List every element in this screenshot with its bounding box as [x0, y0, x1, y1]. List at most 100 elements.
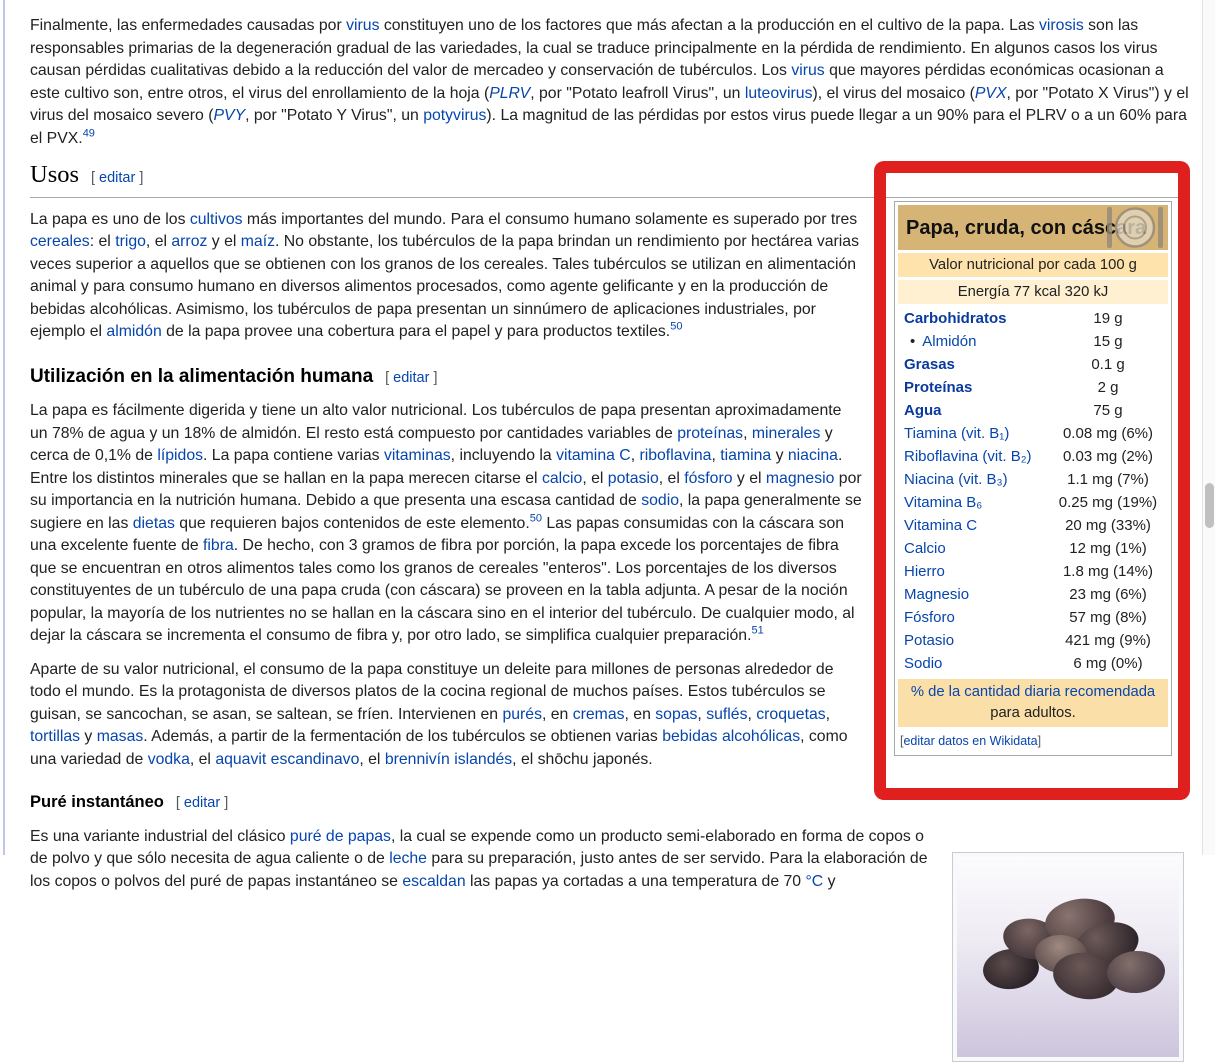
nutrient-link[interactable]: Potasio — [904, 632, 954, 649]
wiki-link[interactable]: escaldan — [402, 873, 465, 890]
edit-link-pure[interactable]: editar — [184, 795, 220, 811]
nutrient-link[interactable]: Hierro — [904, 563, 945, 580]
wiki-link[interactable]: cereales — [30, 233, 90, 250]
infobox-serving-row: Valor nutricional por cada 100 g — [898, 253, 1168, 277]
heading-text: Usos — [30, 161, 79, 188]
wiki-link[interactable]: leche — [389, 850, 427, 867]
nutrient-link[interactable]: Vitamina C — [904, 517, 977, 534]
wiki-link[interactable]: vodka — [148, 751, 190, 768]
wiki-link[interactable]: minerales — [752, 425, 820, 442]
nutrient-value: 23 mg (6%) — [1048, 583, 1168, 606]
wiki-link[interactable]: vitamina C — [556, 447, 631, 464]
wiki-link[interactable]: almidón — [106, 323, 161, 340]
nutrient-link[interactable]: Agua — [904, 402, 942, 419]
wiki-link[interactable]: PVY — [214, 107, 246, 124]
wiki-link[interactable]: cremas — [573, 706, 625, 723]
nutrient-link[interactable]: Magnesio — [904, 586, 969, 603]
edit-link-alimentacion[interactable]: editar — [393, 370, 429, 386]
wiki-link[interactable]: brennivín islandés — [385, 751, 512, 768]
nutrient-row: Tiamina (vit. B₁)0.08 mg (6%) — [898, 422, 1168, 445]
wiki-link[interactable]: cultivos — [190, 211, 243, 228]
wiki-link[interactable]: puré de papas — [290, 828, 391, 845]
nutrient-row: Calcio 12 mg (1%) — [898, 537, 1168, 560]
infobox-energy-row: Energía 77 kcal 320 kJ — [898, 280, 1168, 304]
nutrient-row: Fósforo57 mg (8%) — [898, 606, 1168, 629]
wiki-link[interactable]: virus — [791, 62, 824, 79]
plate-cutlery-icon — [1104, 206, 1166, 250]
nutrient-value: 6 mg (0%) — [1048, 652, 1168, 675]
edit-link-usos[interactable]: editar — [99, 170, 135, 186]
nutrient-link[interactable]: Riboflavina (vit. B₂) — [904, 448, 1032, 465]
wiki-link[interactable]: suflés — [706, 706, 747, 723]
wiki-link[interactable]: virus — [346, 17, 379, 34]
heading-text: Puré instantáneo — [30, 793, 164, 811]
wiki-link[interactable]: sodio — [641, 492, 679, 509]
nutrient-link[interactable]: Tiamina (vit. B₁) — [904, 425, 1009, 442]
nutrient-value: 15 g — [1048, 330, 1168, 353]
wiki-link[interactable]: potasio — [608, 470, 659, 487]
wiki-link[interactable]: masas — [97, 728, 144, 745]
wiki-link[interactable]: maíz — [241, 233, 275, 250]
potatoes-photo — [957, 857, 1179, 1057]
potato-photo-thumbnail[interactable] — [952, 852, 1184, 1062]
nutrient-link[interactable]: Grasas — [904, 356, 955, 373]
nutrient-row: Sodio 6 mg (0%) — [898, 652, 1168, 675]
wiki-link[interactable]: °C — [805, 873, 823, 890]
nutrient-link[interactable]: Calcio — [904, 540, 946, 557]
nutrient-link[interactable]: Sodio — [904, 655, 942, 672]
nutrient-row: Magnesio 23 mg (6%) — [898, 583, 1168, 606]
daily-value-link[interactable]: % de la cantidad diaria recomendada — [911, 684, 1155, 700]
nutrient-row: Agua75 g — [898, 399, 1168, 422]
wiki-link[interactable]: PVX — [975, 85, 1007, 102]
nutrient-value: 0.03 mg (2%) — [1048, 445, 1168, 468]
nutrient-link[interactable]: Vitamina B₆ — [904, 494, 982, 511]
reference-link[interactable]: 50 — [530, 512, 542, 524]
wiki-link[interactable]: croquetas — [756, 706, 825, 723]
scrollbar-thumb[interactable] — [1205, 483, 1214, 528]
wiki-link[interactable]: luteovirus — [745, 85, 813, 102]
wiki-link[interactable]: dietas — [133, 515, 175, 532]
annotation-highlight: Papa, cruda, con cáscara Valor nutricion… — [874, 161, 1190, 800]
nutrient-row: Carbohidratos19 g — [898, 307, 1168, 330]
nutrition-table: Carbohidratos19 g•Almidón15 gGrasas0.1 g… — [898, 307, 1168, 675]
wiki-link[interactable]: trigo — [115, 233, 146, 250]
nutrient-row: Potasio421 mg (9%) — [898, 629, 1168, 652]
nutrient-value: 1.8 mg (14%) — [1048, 560, 1168, 583]
wiki-link[interactable]: calcio — [542, 470, 582, 487]
wiki-link[interactable]: lípidos — [157, 447, 203, 464]
wiki-link[interactable]: riboflavina — [639, 447, 711, 464]
wiki-link[interactable]: aquavit escandinavo — [215, 751, 359, 768]
wiki-link[interactable]: sopas — [655, 706, 697, 723]
wiki-link[interactable]: niacina — [788, 447, 838, 464]
wiki-link[interactable]: virosis — [1039, 17, 1084, 34]
nutrient-link[interactable]: Fósforo — [904, 609, 955, 626]
wiki-link[interactable]: vitaminas — [384, 447, 451, 464]
wiki-link[interactable]: purés — [502, 706, 542, 723]
nutrient-link[interactable]: Proteínas — [904, 379, 972, 396]
wiki-link[interactable]: arroz — [171, 233, 207, 250]
nutrient-link[interactable]: Almidón — [922, 333, 976, 350]
wiki-link[interactable]: magnesio — [766, 470, 835, 487]
wiki-link[interactable]: fósforo — [684, 470, 732, 487]
nutrient-value: 1.1 mg (7%) — [1048, 468, 1168, 491]
reference-link[interactable]: 51 — [751, 625, 763, 637]
nutrient-row: Grasas0.1 g — [898, 353, 1168, 376]
wiki-link[interactable]: tortillas — [30, 728, 80, 745]
wiki-link[interactable]: PLRV — [489, 85, 530, 102]
nutrient-value: 12 mg (1%) — [1048, 537, 1168, 560]
nutrient-link[interactable]: Carbohidratos — [904, 310, 1007, 327]
nutrient-row: Proteínas2 g — [898, 376, 1168, 399]
wiki-link[interactable]: bebidas alcohólicas — [662, 728, 800, 745]
reference-link[interactable]: 50 — [670, 321, 682, 333]
paragraph-virus: Finalmente, las enfermedades causadas po… — [30, 15, 1190, 150]
reference-link[interactable]: 49 — [83, 127, 95, 139]
wiki-link[interactable]: tiamina — [720, 447, 771, 464]
article-content: Finalmente, las enfermedades causadas po… — [5, 0, 1190, 1062]
wikidata-edit-link[interactable]: editar datos en Wikidata — [903, 734, 1037, 748]
wiki-link[interactable]: potyvirus — [423, 107, 486, 124]
wiki-link[interactable]: fibra — [203, 537, 234, 554]
nutrient-link[interactable]: Niacina (vit. B₃) — [904, 471, 1008, 488]
wiki-link[interactable]: proteínas — [677, 425, 743, 442]
vertical-scrollbar[interactable] — [1202, 0, 1215, 855]
heading-text: Utilización en la alimentación humana — [30, 366, 373, 387]
